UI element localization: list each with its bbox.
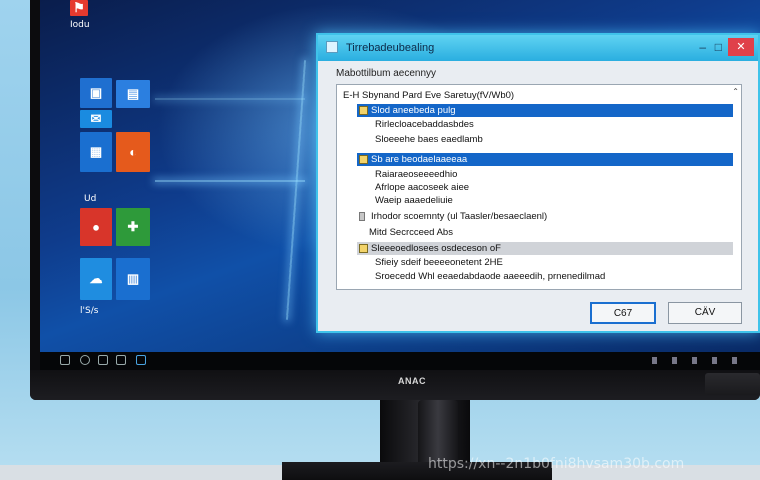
tile-mail[interactable]: ✉ (80, 110, 112, 128)
list-item[interactable]: Sloeeehe baes eaedlamb (375, 134, 483, 145)
scroll-up-icon[interactable]: ⌃ (732, 87, 739, 96)
start-footer-label: l'S/s (80, 306, 99, 316)
tray-icon[interactable] (732, 357, 737, 364)
tray-icon[interactable] (692, 357, 697, 364)
start-group-label: Ud (84, 194, 97, 204)
cancel-button[interactable]: CÄV (668, 302, 742, 324)
list-item-selected[interactable]: Slod aneebeda pulg (357, 104, 733, 117)
list-item-focused[interactable]: Sleeeoedlosees osdeceson oF (357, 242, 733, 255)
light-beam (155, 180, 305, 182)
list-item[interactable]: Afrlope aacoseek aiee (375, 182, 469, 193)
checkbox[interactable] (359, 212, 365, 221)
list-item[interactable]: Mitd Secrcceed Abs (369, 227, 453, 238)
tile-weather[interactable]: ☁ (80, 258, 112, 300)
light-beam (155, 98, 305, 100)
minimize-button[interactable]: ‒ (699, 40, 706, 54)
mail-icon: ✉ (90, 111, 102, 126)
list-item-label: Irhodor scoemnty (ul Taasler/besaeclaenl… (371, 211, 548, 222)
explorer-icon[interactable] (136, 355, 146, 365)
start-user-label: Iodu (70, 20, 90, 30)
app-icon: ⚑ (73, 0, 85, 15)
dialog-title: Tirrebadeubealing (346, 42, 435, 54)
list-item-label: Sb are beodaelaaeeaa (371, 154, 468, 165)
dialog-menu-text: Mabottilbum aecennyy (336, 68, 437, 79)
taskbar (40, 352, 760, 370)
tray-icon[interactable] (672, 357, 677, 364)
photos-icon: ▣ (89, 85, 103, 100)
xbox-icon: ✚ (127, 219, 139, 234)
media-icon: ● (92, 219, 100, 235)
dialog-window: Tirrebadeubealing ‒ □ ✕ Mabottilbum aece… (316, 33, 760, 333)
list-item-label: Sleeeoedlosees osdeceson oF (371, 243, 501, 254)
tile-store[interactable]: ▤ (116, 80, 150, 108)
tile-news[interactable]: ▥ (116, 258, 150, 300)
ok-button[interactable]: C67 (590, 302, 656, 324)
tray-icon[interactable] (712, 357, 717, 364)
checkbox[interactable] (359, 106, 368, 115)
dialog-titlebar[interactable]: Tirrebadeubealing ‒ □ ✕ (318, 35, 758, 61)
tray-icon[interactable] (652, 357, 657, 364)
close-button[interactable]: ✕ (728, 38, 754, 56)
task-view-icon[interactable] (98, 355, 108, 365)
list-item-label: Slod aneebeda pulg (371, 105, 456, 116)
weather-icon: ☁ (89, 271, 103, 286)
watermark: https://xn--2n1b0fni8hvsam30b.com (428, 456, 685, 472)
list-item[interactable]: Rirlecloacebaddasbdes (375, 119, 474, 130)
tile-media[interactable]: ● (80, 208, 112, 246)
monitor-bezel (30, 370, 760, 400)
options-panel: ⌃ E-H Sbynand Pard Eve Saretuy(fV/Wb0) S… (336, 84, 742, 290)
list-item[interactable]: Waeip aaaedeliuie (375, 195, 453, 206)
office-icon: ◐ (129, 144, 137, 160)
calendar-icon: ▦ (89, 144, 103, 159)
search-icon[interactable] (80, 355, 90, 365)
tile-xbox[interactable]: ✚ (116, 208, 150, 246)
list-item[interactable]: Sfieiy sdeif beeeeonetent 2HE (375, 257, 503, 268)
tile-office[interactable]: ◐ (116, 132, 150, 172)
checkbox[interactable] (359, 155, 368, 164)
start-icon[interactable] (60, 355, 70, 365)
list-item-selected[interactable]: Sb are beodaelaaeeaa (357, 153, 733, 166)
tile-photos[interactable]: ▣ (80, 78, 112, 108)
checkbox[interactable] (359, 244, 368, 253)
list-item[interactable]: Irhodor scoemnty (ul Taasler/besaeclaenl… (357, 210, 733, 223)
tile-app-red[interactable]: ⚑ (70, 0, 88, 16)
maximize-button[interactable]: □ (715, 40, 722, 54)
list-item-label: E-H Sbynand Pard Eve Saretuy(fV/Wb0) (343, 90, 515, 101)
app-icon (326, 41, 338, 53)
list-header: E-H Sbynand Pard Eve Saretuy(fV/Wb0) (343, 89, 723, 102)
list-item[interactable]: Sroecedd Whl eeaedabdaode aaeeedih, prne… (375, 271, 605, 282)
monitor-brand: ANAC (398, 376, 426, 386)
edge-icon[interactable] (116, 355, 126, 365)
list-item[interactable]: Raiaraeoseeeedhio (375, 169, 457, 180)
monitor-speaker (705, 373, 760, 395)
tile-calendar[interactable]: ▦ (80, 132, 112, 172)
store-icon: ▤ (126, 86, 140, 101)
news-icon: ▥ (126, 271, 140, 286)
